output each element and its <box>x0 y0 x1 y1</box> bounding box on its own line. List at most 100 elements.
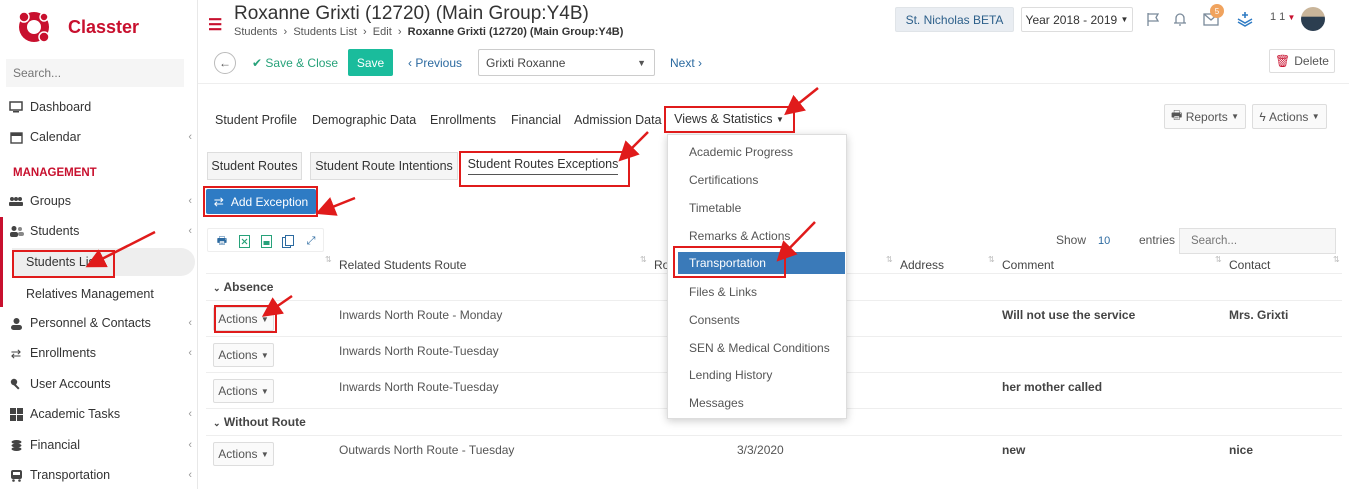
cell-route: Inwards North Route-Tuesday <box>339 344 499 358</box>
row-actions-label: Actions <box>218 447 258 461</box>
sort-icon[interactable]: ⇅ <box>1333 255 1340 264</box>
annotation-box <box>203 186 318 217</box>
row-actions-button[interactable]: Actions ▼ <box>213 442 274 466</box>
sort-icon[interactable]: ⇅ <box>988 255 995 264</box>
sort-icon[interactable]: ⇅ <box>640 255 647 264</box>
annotation-box <box>214 305 277 333</box>
caret-down-icon: ▼ <box>260 350 269 360</box>
cell-contact: Mrs. Grixti <box>1229 308 1289 322</box>
tab-admission-data[interactable]: Admission Data <box>574 113 662 127</box>
column-header-address[interactable]: Address <box>900 258 944 272</box>
menu-toggle-icon[interactable]: ☰ <box>208 15 222 35</box>
sort-icon[interactable]: ⇅ <box>886 255 893 264</box>
student-select[interactable]: Grixti Roxanne ▼ <box>478 49 655 76</box>
save-close-label: Save & Close <box>265 56 339 70</box>
sidebar-item-academic-tasks[interactable]: Academic Tasks ‹ <box>0 401 198 427</box>
sidebar-item-groups[interactable]: Groups ‹ <box>0 188 198 214</box>
copy-icon[interactable] <box>280 233 296 249</box>
sidebar-item-personnel[interactable]: Personnel & Contacts ‹ <box>0 310 198 336</box>
subtab-student-routes[interactable]: Student Routes <box>207 152 302 180</box>
mail-badge: 5 <box>1210 4 1224 18</box>
row-divider <box>206 435 1342 436</box>
institution-button[interactable]: St. Nicholas BETA <box>895 7 1014 32</box>
chevron-left-icon: ‹ <box>188 469 192 481</box>
delete-button[interactable]: 🗑 Delete <box>1269 49 1335 73</box>
sidebar-search-input[interactable] <box>6 59 184 87</box>
table-search-input[interactable] <box>1179 228 1336 254</box>
caret-down-icon: ▼ <box>1311 112 1320 121</box>
row-actions-button[interactable]: Actions ▼ <box>213 343 274 367</box>
breadcrumb-item[interactable]: Edit <box>373 26 392 38</box>
layers-add-icon[interactable] <box>1236 10 1254 28</box>
reports-button[interactable]: 🖶 Reports ▼ <box>1164 104 1246 129</box>
save-button[interactable]: Save <box>348 49 393 76</box>
user-count[interactable]: 1 1 ▼ <box>1270 11 1295 23</box>
sidebar-subitem-relatives-management[interactable]: Relatives Management <box>12 280 195 308</box>
expand-icon[interactable]: ⤢ <box>303 233 319 249</box>
group-header-absence[interactable]: ⌄ Absence <box>213 280 273 294</box>
breadcrumb-item[interactable]: Students List <box>293 26 357 38</box>
sidebar-item-label: Dashboard <box>30 100 92 114</box>
menu-item-files-links[interactable]: Files & Links <box>668 281 846 303</box>
sidebar-item-financial[interactable]: Financial ‹ <box>0 432 198 458</box>
menu-item-remarks-actions[interactable]: Remarks & Actions <box>668 225 846 247</box>
menu-item-timetable[interactable]: Timetable <box>668 197 846 219</box>
chevron-left-icon: ‹ <box>188 408 192 420</box>
print-icon[interactable]: 🖶 <box>214 233 230 249</box>
menu-item-sen-medical[interactable]: SEN & Medical Conditions <box>668 337 846 359</box>
menu-item-consents[interactable]: Consents <box>668 309 846 331</box>
annotation-box <box>12 250 115 278</box>
breadcrumb: Students › Students List › Edit › Roxann… <box>234 26 624 38</box>
sidebar-item-calendar[interactable]: Calendar ‹ <box>0 124 198 150</box>
previous-button[interactable]: ‹ Previous <box>408 56 462 70</box>
avatar[interactable] <box>1301 7 1325 31</box>
cell-route: Inwards North Route-Tuesday <box>339 380 499 394</box>
tab-financial[interactable]: Financial <box>511 113 561 127</box>
chevron-left-icon: ‹ <box>188 439 192 451</box>
next-button[interactable]: Next › <box>670 56 702 70</box>
menu-item-messages[interactable]: Messages <box>668 392 846 414</box>
group-header-without-route[interactable]: ⌄ Without Route <box>213 415 306 429</box>
sort-icon[interactable]: ⇅ <box>1215 255 1222 264</box>
classter-logo-icon[interactable] <box>16 9 52 45</box>
excel-icon[interactable] <box>236 233 252 249</box>
user-count-text: 1 1 <box>1270 11 1286 23</box>
sidebar-item-enrollments[interactable]: ⇄ Enrollments ‹ <box>0 340 198 366</box>
year-select[interactable]: Year 2018 - 2019 ▼ <box>1021 7 1133 32</box>
column-header-contact[interactable]: Contact <box>1229 258 1270 272</box>
bell-icon[interactable] <box>1171 10 1189 28</box>
sidebar-item-label: Transportation <box>30 468 111 482</box>
subtab-student-route-intentions[interactable]: Student Route Intentions <box>310 152 458 180</box>
row-actions-button[interactable]: Actions ▼ <box>213 379 274 403</box>
menu-item-certifications[interactable]: Certifications <box>668 169 846 191</box>
year-value: Year 2018 - 2019 <box>1025 12 1118 27</box>
form-toolbar: ← ✔ Save & Close Save ‹ Previous Grixti … <box>198 46 1349 80</box>
print-icon: 🖶 <box>1171 108 1183 122</box>
chevron-down-icon: ⌄ <box>213 418 221 428</box>
chevron-left-icon: ‹ <box>408 56 412 70</box>
flag-icon[interactable] <box>1144 10 1162 28</box>
sidebar-item-user-accounts[interactable]: User Accounts <box>0 371 198 397</box>
tab-demographic-data[interactable]: Demographic Data <box>312 113 416 127</box>
breadcrumb-item[interactable]: Students <box>234 26 277 38</box>
back-button[interactable]: ← <box>214 52 236 74</box>
chevron-down-icon: ⌄ <box>213 283 221 293</box>
tab-enrollments[interactable]: Enrollments <box>430 113 496 127</box>
sidebar-item-transportation[interactable]: Transportation ‹ <box>0 462 198 488</box>
row-actions-label: Actions <box>218 384 258 398</box>
menu-item-lending-history[interactable]: Lending History <box>668 364 846 386</box>
save-close-button[interactable]: ✔ Save & Close <box>252 56 338 70</box>
sidebar-item-students[interactable]: Students ‹ <box>0 218 198 244</box>
tab-student-profile[interactable]: Student Profile <box>215 113 297 127</box>
actions-button[interactable]: ϟ Actions ▼ <box>1252 104 1327 129</box>
page-size-select[interactable]: 10 <box>1098 235 1110 247</box>
sidebar-item-dashboard[interactable]: Dashboard <box>0 94 198 120</box>
chevron-left-icon: ‹ <box>188 131 192 143</box>
menu-item-academic-progress[interactable]: Academic Progress <box>668 141 846 163</box>
sidebar-item-label: Enrollments <box>30 346 96 360</box>
sort-icon[interactable]: ⇅ <box>325 255 332 264</box>
column-header-related-route[interactable]: Related Students Route <box>339 258 466 272</box>
csv-icon[interactable] <box>258 233 274 249</box>
calendar-icon <box>8 130 24 144</box>
column-header-comment[interactable]: Comment <box>1002 258 1054 272</box>
